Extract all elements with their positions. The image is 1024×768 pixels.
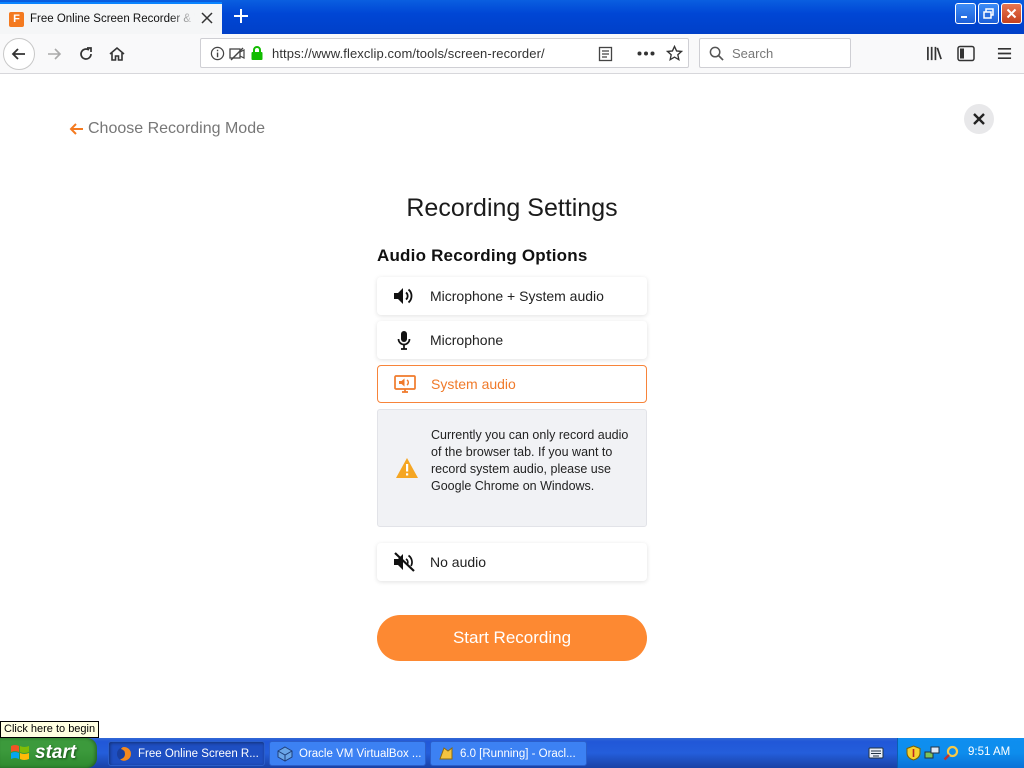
lock-icon: [251, 46, 263, 60]
back-link-label: Choose Recording Mode: [88, 120, 265, 137]
close-icon: [973, 113, 985, 125]
browser-tab[interactable]: F Free Online Screen Recorder & Webcam R…: [0, 2, 222, 34]
taskbar-item-label: Free Online Screen R...: [138, 747, 259, 760]
start-recording-button[interactable]: Start Recording: [377, 615, 647, 661]
vm-running-icon: [439, 746, 453, 759]
close-dialog-button[interactable]: [964, 104, 994, 134]
window-titlebar: F Free Online Screen Recorder & Webcam R…: [0, 0, 1024, 34]
section-title: Audio Recording Options: [377, 246, 588, 265]
reader-view-icon[interactable]: [598, 46, 613, 62]
option-microphone-system-audio[interactable]: Microphone + System audio: [377, 277, 647, 315]
speaker-icon: [391, 283, 417, 309]
warning-icon: [396, 458, 418, 478]
microphone-icon: [391, 327, 417, 353]
virtualbox-icon: [277, 745, 293, 762]
bookmark-star-icon[interactable]: [666, 45, 683, 62]
start-label: start: [35, 742, 77, 763]
page-actions-icon[interactable]: [637, 51, 655, 56]
arrow-right-icon: [48, 48, 62, 60]
search-icon: [709, 46, 724, 61]
windows-logo-icon: [11, 745, 29, 760]
arrow-left-icon: [69, 123, 83, 135]
search-placeholder: Search: [732, 46, 774, 61]
blocked-media-icon[interactable]: [229, 46, 245, 62]
url-text: https://www.flexclip.com/tools/screen-re…: [272, 46, 545, 61]
info-icon[interactable]: [210, 46, 225, 61]
library-icon[interactable]: [926, 45, 943, 62]
choose-recording-mode-link[interactable]: Choose Recording Mode: [69, 120, 265, 138]
clock: 9:51 AM: [968, 746, 1011, 758]
home-button[interactable]: [101, 38, 133, 70]
navigation-toolbar: https://www.flexclip.com/tools/screen-re…: [0, 34, 1024, 74]
restore-button[interactable]: [978, 3, 999, 24]
option-system-audio[interactable]: System audio: [377, 365, 647, 403]
reload-icon: [80, 47, 92, 60]
sidebar-icon[interactable]: [957, 45, 975, 62]
taskbar: start Free Online Screen R... Oracle VM …: [0, 738, 1024, 768]
warning-text: Currently you can only record audio of t…: [431, 428, 629, 493]
flexclip-favicon: F: [9, 11, 24, 27]
start-button[interactable]: start: [0, 738, 97, 768]
search-tray-icon[interactable]: [943, 745, 959, 761]
reload-button[interactable]: [70, 38, 102, 70]
back-button[interactable]: [3, 38, 35, 70]
network-icon[interactable]: [924, 745, 940, 761]
option-label: System audio: [431, 376, 516, 392]
home-icon: [109, 46, 125, 61]
close-tab-icon[interactable]: [200, 11, 214, 25]
taskbar-item-label: 6.0 [Running] - Oracl...: [460, 747, 576, 760]
window-controls: [955, 3, 1022, 24]
system-tray: 9:51 AM: [897, 738, 1024, 768]
address-bar[interactable]: https://www.flexclip.com/tools/screen-re…: [200, 38, 689, 68]
taskbar-item-label: Oracle VM VirtualBox ...: [299, 747, 422, 760]
firefox-icon: [117, 746, 131, 761]
forward-button[interactable]: [38, 38, 70, 70]
tab-title: Free Online Screen Recorder & Webcam Rec…: [30, 13, 195, 25]
browser-warning-box: Currently you can only record audio of t…: [377, 409, 647, 527]
menu-icon[interactable]: [997, 46, 1012, 61]
option-label: Microphone + System audio: [430, 288, 604, 304]
option-label: No audio: [430, 554, 487, 570]
system-audio-icon: [392, 371, 418, 397]
page-title: Recording Settings: [406, 194, 618, 222]
taskbar-item-vm-running[interactable]: 6.0 [Running] - Oracl...: [430, 741, 587, 766]
option-microphone[interactable]: Microphone: [377, 321, 647, 359]
close-window-button[interactable]: [1001, 3, 1022, 24]
minimize-button[interactable]: [955, 3, 976, 24]
security-shield-icon[interactable]: [906, 745, 921, 761]
search-bar[interactable]: Search: [699, 38, 851, 68]
mute-icon: [391, 549, 417, 575]
option-no-audio[interactable]: No audio: [377, 543, 647, 581]
keyboard-icon[interactable]: [868, 746, 884, 760]
arrow-left-icon: [11, 48, 25, 60]
start-tooltip: Click here to begin: [0, 721, 100, 738]
taskbar-item-virtualbox[interactable]: Oracle VM VirtualBox ...: [269, 741, 426, 766]
option-label: Microphone: [430, 332, 504, 348]
taskbar-item-firefox[interactable]: Free Online Screen R...: [108, 741, 265, 766]
new-tab-icon[interactable]: [231, 6, 251, 26]
